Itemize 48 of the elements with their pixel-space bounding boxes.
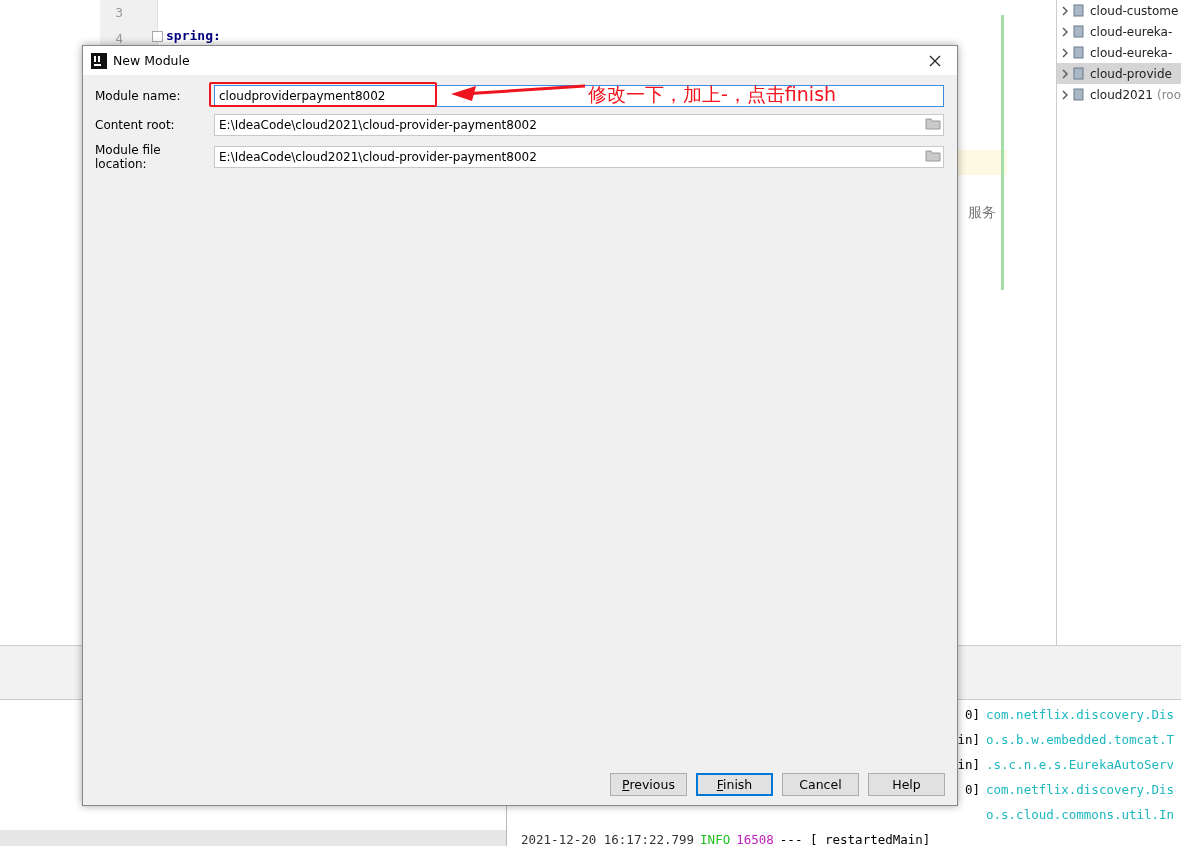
module-icon: [1073, 24, 1086, 39]
tree-item[interactable]: cloud-custome: [1057, 0, 1181, 21]
chevron-icon: [1061, 68, 1069, 79]
app-logo-icon: [91, 52, 107, 69]
module-icon: [1073, 66, 1086, 81]
tree-item[interactable]: cloud2021 (roo: [1057, 84, 1181, 105]
module-icon: [1073, 3, 1086, 18]
text-field[interactable]: E:\IdeaCode\cloud2021\cloud-provider-payment8002: [214, 114, 944, 136]
chevron-icon: [1061, 47, 1069, 58]
line-number: 3: [114, 4, 124, 22]
annotation-text: 修改一下，加上-，点击finish: [588, 82, 837, 107]
scrollbar[interactable]: [0, 830, 506, 846]
log-thread: 0]: [964, 707, 980, 722]
dialog-button[interactable]: Previous: [610, 773, 687, 796]
dialog-button[interactable]: Finish: [696, 773, 773, 796]
log-level: INFO: [700, 831, 731, 846]
folder-icon[interactable]: [925, 149, 941, 165]
module-icon: [1073, 45, 1086, 60]
tree-item[interactable]: cloud-eureka-: [1057, 42, 1181, 63]
log-source: o.s.b.w.embedded.tomcat.T: [986, 731, 1175, 749]
log-pid: 16508: [736, 831, 774, 846]
field-label: Module name:: [95, 89, 182, 103]
field-label: Module file location:: [95, 143, 162, 171]
folder-icon[interactable]: [925, 117, 941, 133]
log-source: .s.c.n.e.s.EurekaAutoServ: [986, 756, 1175, 774]
dialog-title: New Module: [113, 53, 191, 68]
chevron-icon: [1061, 26, 1069, 37]
dialog-button[interactable]: Help: [868, 773, 945, 796]
tree-item[interactable]: cloud-provide: [1057, 63, 1181, 84]
tree-item[interactable]: cloud-eureka-: [1057, 21, 1181, 42]
log-source: o.s.cloud.commons.util.In: [986, 806, 1175, 824]
log-time: 2021-12-20 16:17:22.799: [520, 831, 695, 846]
code-line: spring:: [166, 28, 221, 43]
log-thread: --- [ restartedMain]: [779, 831, 931, 846]
module-icon: [1072, 87, 1086, 102]
log-source: com.netflix.discovery.Dis: [986, 781, 1175, 799]
log-thread: in]: [957, 757, 980, 772]
text-field[interactable]: E:\IdeaCode\cloud2021\cloud-provider-payment8002: [214, 146, 944, 168]
chevron-icon: [1061, 89, 1069, 100]
line-number: 4: [114, 30, 124, 48]
log-thread: 0]: [964, 782, 980, 797]
fold-icon: [152, 31, 163, 42]
log-thread: in]: [957, 732, 980, 747]
chevron-icon: [1061, 5, 1069, 16]
code-comment: 服务: [968, 204, 996, 222]
log-source: com.netflix.discovery.Dis: [986, 706, 1175, 724]
field-label: Content root:: [95, 118, 176, 132]
dialog-button[interactable]: Cancel: [782, 773, 859, 796]
